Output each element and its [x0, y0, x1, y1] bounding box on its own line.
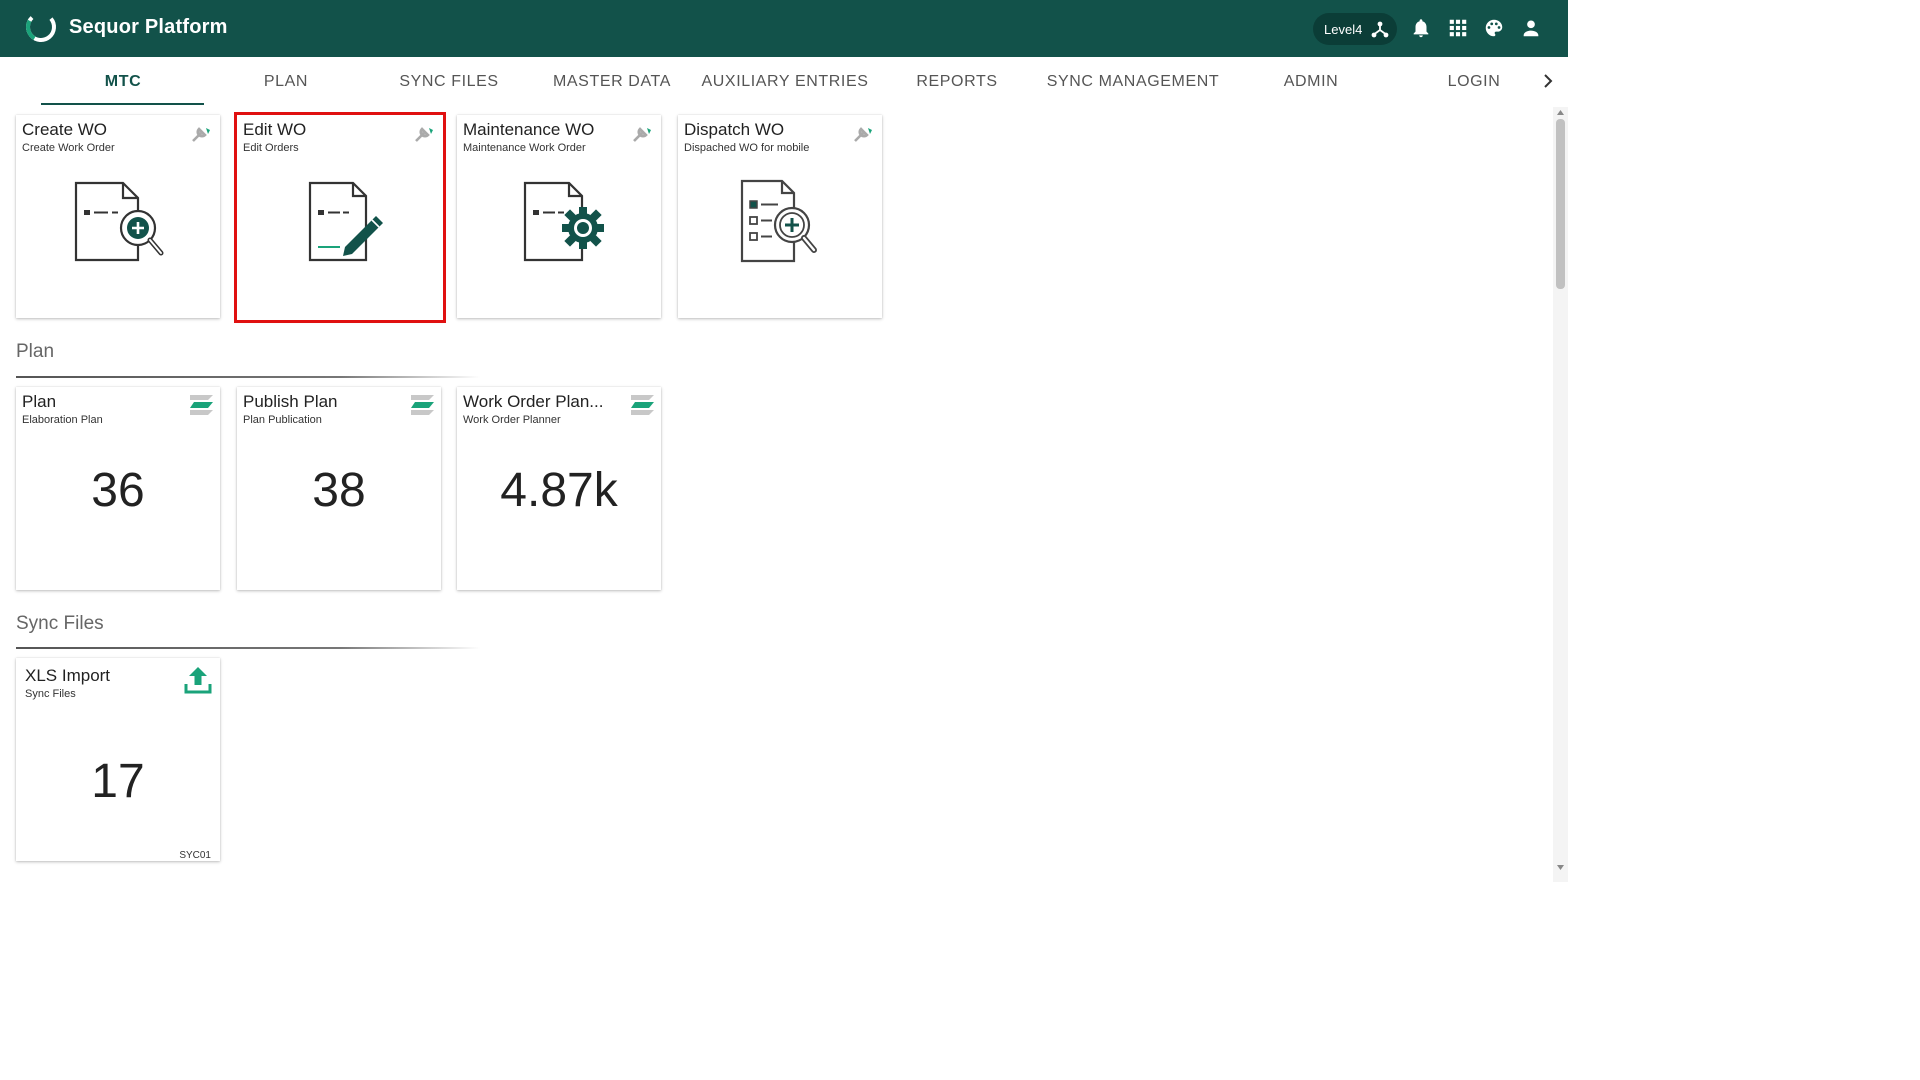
wrench-badge-icon — [854, 127, 872, 142]
scrollbar-thumb[interactable] — [1556, 119, 1565, 289]
vertical-scrollbar[interactable] — [1553, 107, 1568, 882]
main-tabs: MTC PLAN SYNC FILES MASTER DATA AUXILIAR… — [0, 57, 1568, 107]
app-title: Sequor Platform — [69, 16, 228, 38]
level-label: Level4 — [1324, 22, 1363, 37]
card-dispatch-wo[interactable]: Dispatch WO Dispached WO for mobile — [678, 115, 882, 318]
tab-admin[interactable]: ADMIN — [1229, 73, 1393, 91]
card-plan[interactable]: Plan Elaboration Plan 36 — [16, 387, 220, 590]
tab-master-data[interactable]: MASTER DATA — [530, 73, 694, 91]
card-count: 4.87k — [500, 464, 618, 517]
card-subtitle: Dispached WO for mobile — [684, 142, 810, 154]
card-title: XLS Import — [25, 666, 111, 685]
section-divider — [16, 376, 480, 378]
chevron-right-icon[interactable] — [1538, 71, 1558, 91]
card-subtitle: Sync Files — [25, 688, 76, 700]
wrench-badge-icon — [633, 127, 651, 142]
card-subtitle: Maintenance Work Order — [463, 142, 586, 154]
wrench-badge-icon — [415, 127, 433, 142]
card-create-wo[interactable]: Create WO Create Work Order — [16, 115, 220, 318]
plan-stack-icon — [631, 395, 654, 415]
card-title: Edit WO — [243, 120, 307, 139]
dispatch-document-icon — [740, 179, 817, 263]
tab-reports[interactable]: REPORTS — [875, 73, 1039, 91]
card-code: SYC01 — [179, 850, 211, 861]
card-title: Create WO — [22, 120, 108, 139]
section-title-plan: Plan — [16, 341, 55, 362]
card-count: 36 — [91, 464, 145, 517]
active-tab-indicator — [41, 103, 204, 105]
level-selector[interactable]: Level4 — [1313, 13, 1397, 45]
card-title: Work Order Plan... — [463, 392, 604, 411]
tab-mtc[interactable]: MTC — [41, 73, 205, 91]
bell-icon[interactable] — [1410, 17, 1432, 39]
top-app-bar: Sequor Platform Level4 — [0, 0, 1568, 57]
maintenance-document-icon — [523, 181, 604, 262]
card-title: Plan — [22, 392, 57, 411]
tab-sync-files[interactable]: SYNC FILES — [367, 73, 531, 91]
scroll-down-arrow-icon[interactable] — [1556, 863, 1565, 871]
card-subtitle: Plan Publication — [243, 414, 322, 426]
card-xls-import[interactable]: XLS Import Sync Files 17 SYC01 — [16, 658, 220, 861]
palette-icon[interactable] — [1483, 17, 1505, 39]
apps-grid-icon[interactable] — [1447, 17, 1469, 39]
section-title-sync-files: Sync Files — [16, 613, 104, 634]
card-subtitle: Work Order Planner — [463, 414, 561, 426]
card-count: 17 — [91, 755, 145, 808]
card-count: 38 — [312, 464, 366, 517]
card-work-order-planner[interactable]: Work Order Plan... Work Order Planner 4.… — [457, 387, 661, 590]
card-maintenance-wo[interactable]: Maintenance WO Maintenance Work Order — [457, 115, 661, 318]
card-subtitle: Create Work Order — [22, 142, 115, 154]
card-publish-plan[interactable]: Publish Plan Plan Publication 38 — [237, 387, 441, 590]
create-document-icon — [74, 181, 164, 262]
upload-icon — [184, 667, 212, 694]
edit-document-icon — [308, 181, 383, 262]
card-subtitle: Edit Orders — [243, 142, 299, 154]
card-title: Dispatch WO — [684, 120, 785, 139]
tab-auxiliary-entries[interactable]: AUXILIARY ENTRIES — [685, 73, 885, 91]
plan-stack-icon — [190, 395, 213, 415]
tab-sync-management[interactable]: SYNC MANAGEMENT — [1038, 73, 1228, 91]
card-title: Publish Plan — [243, 392, 338, 411]
card-subtitle: Elaboration Plan — [22, 414, 103, 426]
card-title: Maintenance WO — [463, 120, 595, 139]
section-divider — [16, 647, 480, 649]
scroll-up-arrow-icon[interactable] — [1556, 109, 1565, 117]
card-edit-wo[interactable]: Edit WO Edit Orders — [234, 112, 446, 323]
user-icon[interactable] — [1520, 17, 1542, 39]
hierarchy-icon — [1371, 21, 1389, 38]
tab-plan[interactable]: PLAN — [204, 73, 368, 91]
tab-login[interactable]: LOGIN — [1392, 73, 1556, 91]
plan-stack-icon — [411, 395, 434, 415]
sequor-logo-icon[interactable] — [24, 10, 58, 44]
wrench-badge-icon — [192, 127, 210, 142]
